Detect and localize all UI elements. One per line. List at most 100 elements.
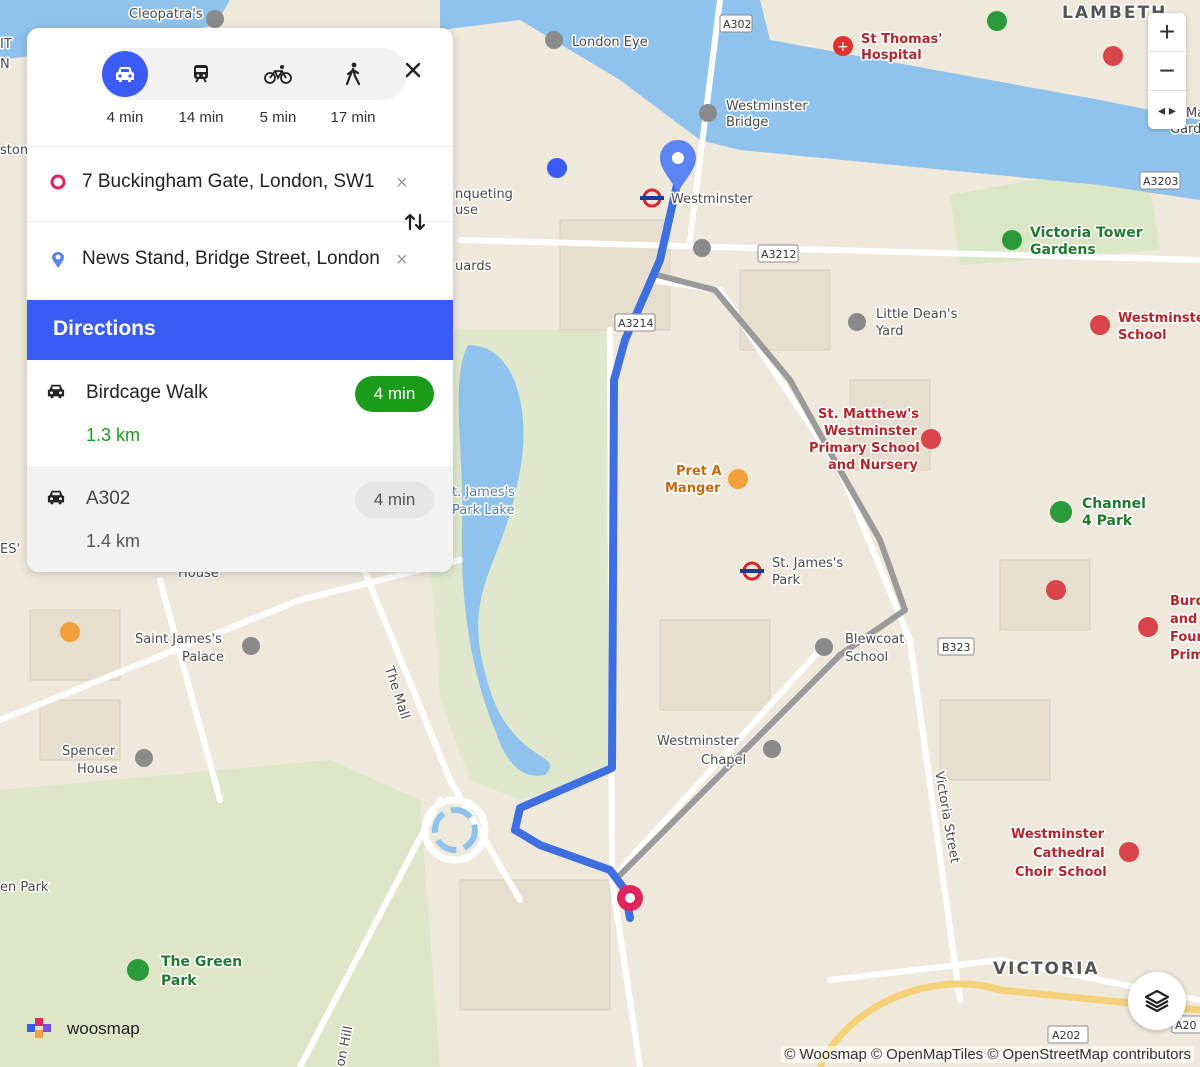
route-option-2[interactable]: A302 1.4 km 4 min bbox=[27, 466, 453, 572]
map-label-victoria-tower: Victoria Tower bbox=[1030, 225, 1143, 241]
map-label-st-matthews-4: and Nursery bbox=[828, 458, 918, 473]
hospital-icon: + bbox=[833, 36, 853, 56]
map-label-little-deans: Little Dean's bbox=[876, 307, 958, 322]
zoom-out-button[interactable]: − bbox=[1148, 52, 1186, 91]
attraction-icon bbox=[206, 10, 224, 28]
car-icon bbox=[45, 488, 67, 511]
map-label-park-lake: Park Lake bbox=[452, 503, 515, 518]
map-label-westminster-station: Westminster bbox=[671, 192, 753, 207]
map-label-gardens: Gardens bbox=[1030, 242, 1096, 258]
map-label-yard: Yard bbox=[875, 324, 904, 339]
mode-car-time: 4 min bbox=[106, 109, 144, 126]
svg-text:A202: A202 bbox=[1052, 1029, 1081, 1042]
map-label-it: IT bbox=[0, 37, 12, 52]
accessibility-icon bbox=[547, 158, 567, 178]
car-icon bbox=[102, 51, 148, 97]
mode-bicycle-time: 5 min bbox=[259, 109, 297, 126]
attraction-icon bbox=[848, 313, 866, 331]
bicycle-icon bbox=[255, 51, 301, 97]
park-tree-icon bbox=[1002, 230, 1022, 250]
zoom-in-button[interactable]: + bbox=[1148, 13, 1186, 52]
close-icon bbox=[405, 62, 421, 78]
directions-panel: 4 min 14 min 5 min 17 min 7 Buckingham G… bbox=[27, 28, 453, 572]
map-label-burd-2: and bbox=[1170, 612, 1197, 627]
road-shield-b323: B323 bbox=[937, 637, 975, 656]
map-label-westminster-bridge: Westminster bbox=[726, 99, 808, 114]
map-label-pret: Pret A bbox=[676, 464, 722, 479]
woosmap-logo: woosmap bbox=[27, 1016, 140, 1042]
mode-bicycle-button[interactable]: 5 min bbox=[250, 48, 306, 148]
st-james-park-area bbox=[430, 330, 612, 800]
svg-text:A302: A302 bbox=[723, 18, 752, 31]
brand-name: woosmap bbox=[67, 1019, 140, 1038]
close-panel-button[interactable] bbox=[399, 56, 427, 84]
map-layers-button[interactable] bbox=[1128, 972, 1186, 1030]
map-label-banqueting-house: use bbox=[455, 203, 478, 218]
map-label-green-park-2: Park bbox=[161, 973, 197, 989]
origin-input[interactable]: 7 Buckingham Gate, London, SW1 bbox=[82, 171, 387, 193]
landmark-icon bbox=[763, 740, 781, 758]
compass-button[interactable]: ◂ ▸ bbox=[1148, 91, 1186, 130]
road-shield-a3212: A3212 bbox=[757, 244, 799, 263]
mode-transit-button[interactable]: 14 min bbox=[173, 48, 229, 148]
map-label-victoria: VICTORIA bbox=[993, 959, 1100, 979]
divider bbox=[27, 146, 453, 147]
school-icon bbox=[1119, 842, 1139, 862]
park-tree-icon bbox=[1050, 501, 1072, 523]
divider bbox=[27, 221, 453, 222]
attraction-icon bbox=[545, 31, 563, 49]
map-label-n: N bbox=[0, 57, 10, 72]
map-label-manger: Manger bbox=[665, 481, 721, 496]
map-label-st-james-lake: t. James's bbox=[452, 485, 515, 500]
map-label-bridge: Bridge bbox=[726, 115, 768, 130]
route-name: A302 bbox=[86, 488, 131, 509]
map-label-channel4-park: 4 Park bbox=[1082, 513, 1133, 529]
svg-text:B323: B323 bbox=[942, 641, 971, 654]
map-label-st-matthews: St. Matthew's bbox=[818, 407, 919, 422]
map-label-ma: Ma bbox=[1186, 106, 1200, 121]
school-icon bbox=[1090, 315, 1110, 335]
map-label-westminster-school: Westminste bbox=[1118, 311, 1200, 326]
map-label-school: School bbox=[1118, 328, 1167, 343]
destination-input[interactable]: News Stand, Bridge Street, London bbox=[82, 248, 387, 270]
map-label-st-matthews-2: Westminster bbox=[824, 424, 918, 439]
mode-walk-button[interactable]: 17 min bbox=[325, 48, 381, 148]
route-option-1[interactable]: Birdcage Walk 1.3 km 4 min bbox=[27, 360, 453, 466]
mode-walk-time: 17 min bbox=[330, 109, 376, 126]
map-label-spencer: Spencer bbox=[62, 744, 116, 759]
svg-text:A20: A20 bbox=[1175, 1019, 1197, 1032]
map-label-chapel: Chapel bbox=[701, 753, 746, 768]
landmark-icon bbox=[242, 637, 260, 655]
map-label-blewcoat-school: School bbox=[845, 650, 888, 665]
map-label-en-park: en Park bbox=[0, 880, 49, 895]
road-shield-a302: A302 bbox=[719, 14, 753, 33]
svg-text:+: + bbox=[837, 39, 849, 55]
book-icon bbox=[60, 622, 80, 642]
map-label-cleopatra: Cleopatra's bbox=[129, 7, 203, 22]
destination-pin-icon bbox=[50, 251, 66, 274]
map-label-westminster-chapel: Westminster bbox=[657, 734, 739, 749]
walk-icon bbox=[330, 51, 376, 97]
layers-icon bbox=[1144, 989, 1170, 1013]
park-tree-icon bbox=[127, 959, 149, 981]
map-label-guards: uards bbox=[455, 259, 492, 274]
svg-text:A3214: A3214 bbox=[618, 317, 654, 330]
mode-transit-time: 14 min bbox=[178, 109, 224, 126]
clear-destination-button[interactable]: × bbox=[396, 249, 408, 272]
route-name: Birdcage Walk bbox=[86, 382, 208, 403]
map-label-burd: Burd bbox=[1170, 594, 1200, 609]
map-label-es: ES' bbox=[0, 542, 20, 557]
clear-origin-button[interactable]: × bbox=[396, 172, 408, 195]
directions-title: Directions bbox=[53, 317, 156, 340]
origin-dot-icon bbox=[50, 174, 66, 195]
svg-text:A3212: A3212 bbox=[761, 248, 797, 261]
map-label-burd-4: Prim bbox=[1170, 648, 1200, 663]
mode-car-button[interactable]: 4 min bbox=[97, 48, 153, 148]
school-icon bbox=[1103, 46, 1123, 66]
route-distance: 1.4 km bbox=[86, 531, 141, 551]
destination-field[interactable]: News Stand, Bridge Street, London × bbox=[27, 229, 453, 291]
origin-field[interactable]: 7 Buckingham Gate, London, SW1 × bbox=[27, 152, 453, 214]
map-label-st-matthews-3: Primary School bbox=[809, 441, 920, 456]
map-label-st-thomas: St Thomas' bbox=[861, 32, 942, 47]
school-icon bbox=[1046, 580, 1066, 600]
